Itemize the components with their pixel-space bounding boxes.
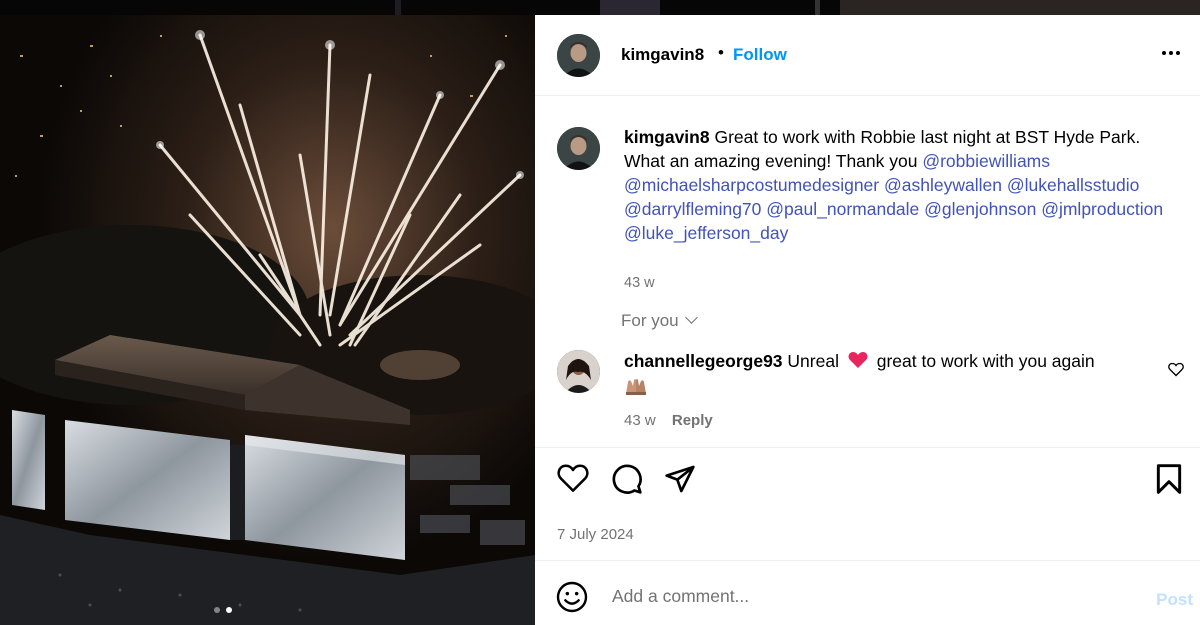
separator-dot: • [718, 43, 724, 62]
reply-button[interactable]: Reply [672, 412, 713, 429]
background-page-strip [0, 0, 1200, 15]
comment-meta: 43 w Reply [624, 412, 713, 429]
comment-body-start: Unreal [787, 351, 839, 371]
mention-link[interactable]: @ashleywallen [884, 175, 1002, 195]
post-date[interactable]: 7 July 2024 [557, 526, 634, 543]
comment-text: channellegeorge93 Unreal great to work w… [624, 348, 1144, 400]
mention-link[interactable]: @glenjohnson [924, 199, 1036, 219]
more-options-icon[interactable] [1162, 47, 1186, 59]
post-details-panel: kimgavin8 • Follow kimgavin8 Great to wo… [535, 15, 1200, 625]
post-actions [535, 463, 1200, 503]
mention-link[interactable]: @jmlproduction [1041, 199, 1163, 219]
caption-timestamp[interactable]: 43 w [624, 275, 655, 291]
comment-timestamp[interactable]: 43 w [624, 412, 656, 429]
follow-button[interactable]: Follow [733, 45, 787, 65]
concert-fireworks-photo [0, 15, 535, 625]
comment-sort-label: For you [621, 311, 679, 330]
bookmark-icon[interactable] [1155, 463, 1183, 495]
comment-composer: Post [535, 561, 1200, 625]
heart-icon[interactable] [557, 463, 589, 493]
comment-input[interactable] [610, 575, 1134, 617]
mention-link[interactable]: @luke_jefferson_day [624, 223, 788, 243]
raising-hands-emoji-icon [626, 379, 646, 395]
author-username[interactable]: kimgavin8 [621, 45, 704, 65]
mention-link[interactable]: @robbiewilliams [922, 151, 1050, 171]
caption-username[interactable]: kimgavin8 [624, 127, 710, 147]
mention-link[interactable]: @michaelsharpcostumedesigner [624, 175, 879, 195]
commenter-avatar[interactable] [557, 350, 600, 393]
mention-link[interactable]: @lukehallsstudio [1007, 175, 1140, 195]
caption-author-avatar[interactable] [557, 127, 600, 170]
comment-icon[interactable] [611, 463, 643, 495]
post-image[interactable] [0, 15, 535, 625]
comment-body-end: great to work with you again [876, 351, 1095, 371]
carousel-dots [214, 607, 232, 613]
comment-like-heart-icon[interactable] [1168, 362, 1184, 377]
chevron-down-icon [684, 311, 698, 324]
mention-link[interactable]: @paul_normandale [766, 199, 919, 219]
author-avatar[interactable] [557, 34, 600, 77]
section-divider [535, 447, 1200, 448]
comment-sort-dropdown[interactable]: For you [621, 311, 698, 331]
commenter-username[interactable]: channellegeorge93 [624, 351, 783, 371]
mention-link[interactable]: @darrylfleming70 [624, 199, 761, 219]
carousel-dot[interactable] [214, 607, 220, 613]
post-header: kimgavin8 • Follow [535, 15, 1200, 96]
smiley-icon[interactable] [556, 581, 588, 613]
send-icon[interactable] [664, 463, 696, 495]
carousel-dot-active[interactable] [226, 607, 232, 613]
caption-text: kimgavin8 Great to work with Robbie last… [624, 125, 1184, 245]
post-comment-button[interactable]: Post [1156, 590, 1193, 610]
red-heart-emoji-icon [848, 352, 868, 368]
